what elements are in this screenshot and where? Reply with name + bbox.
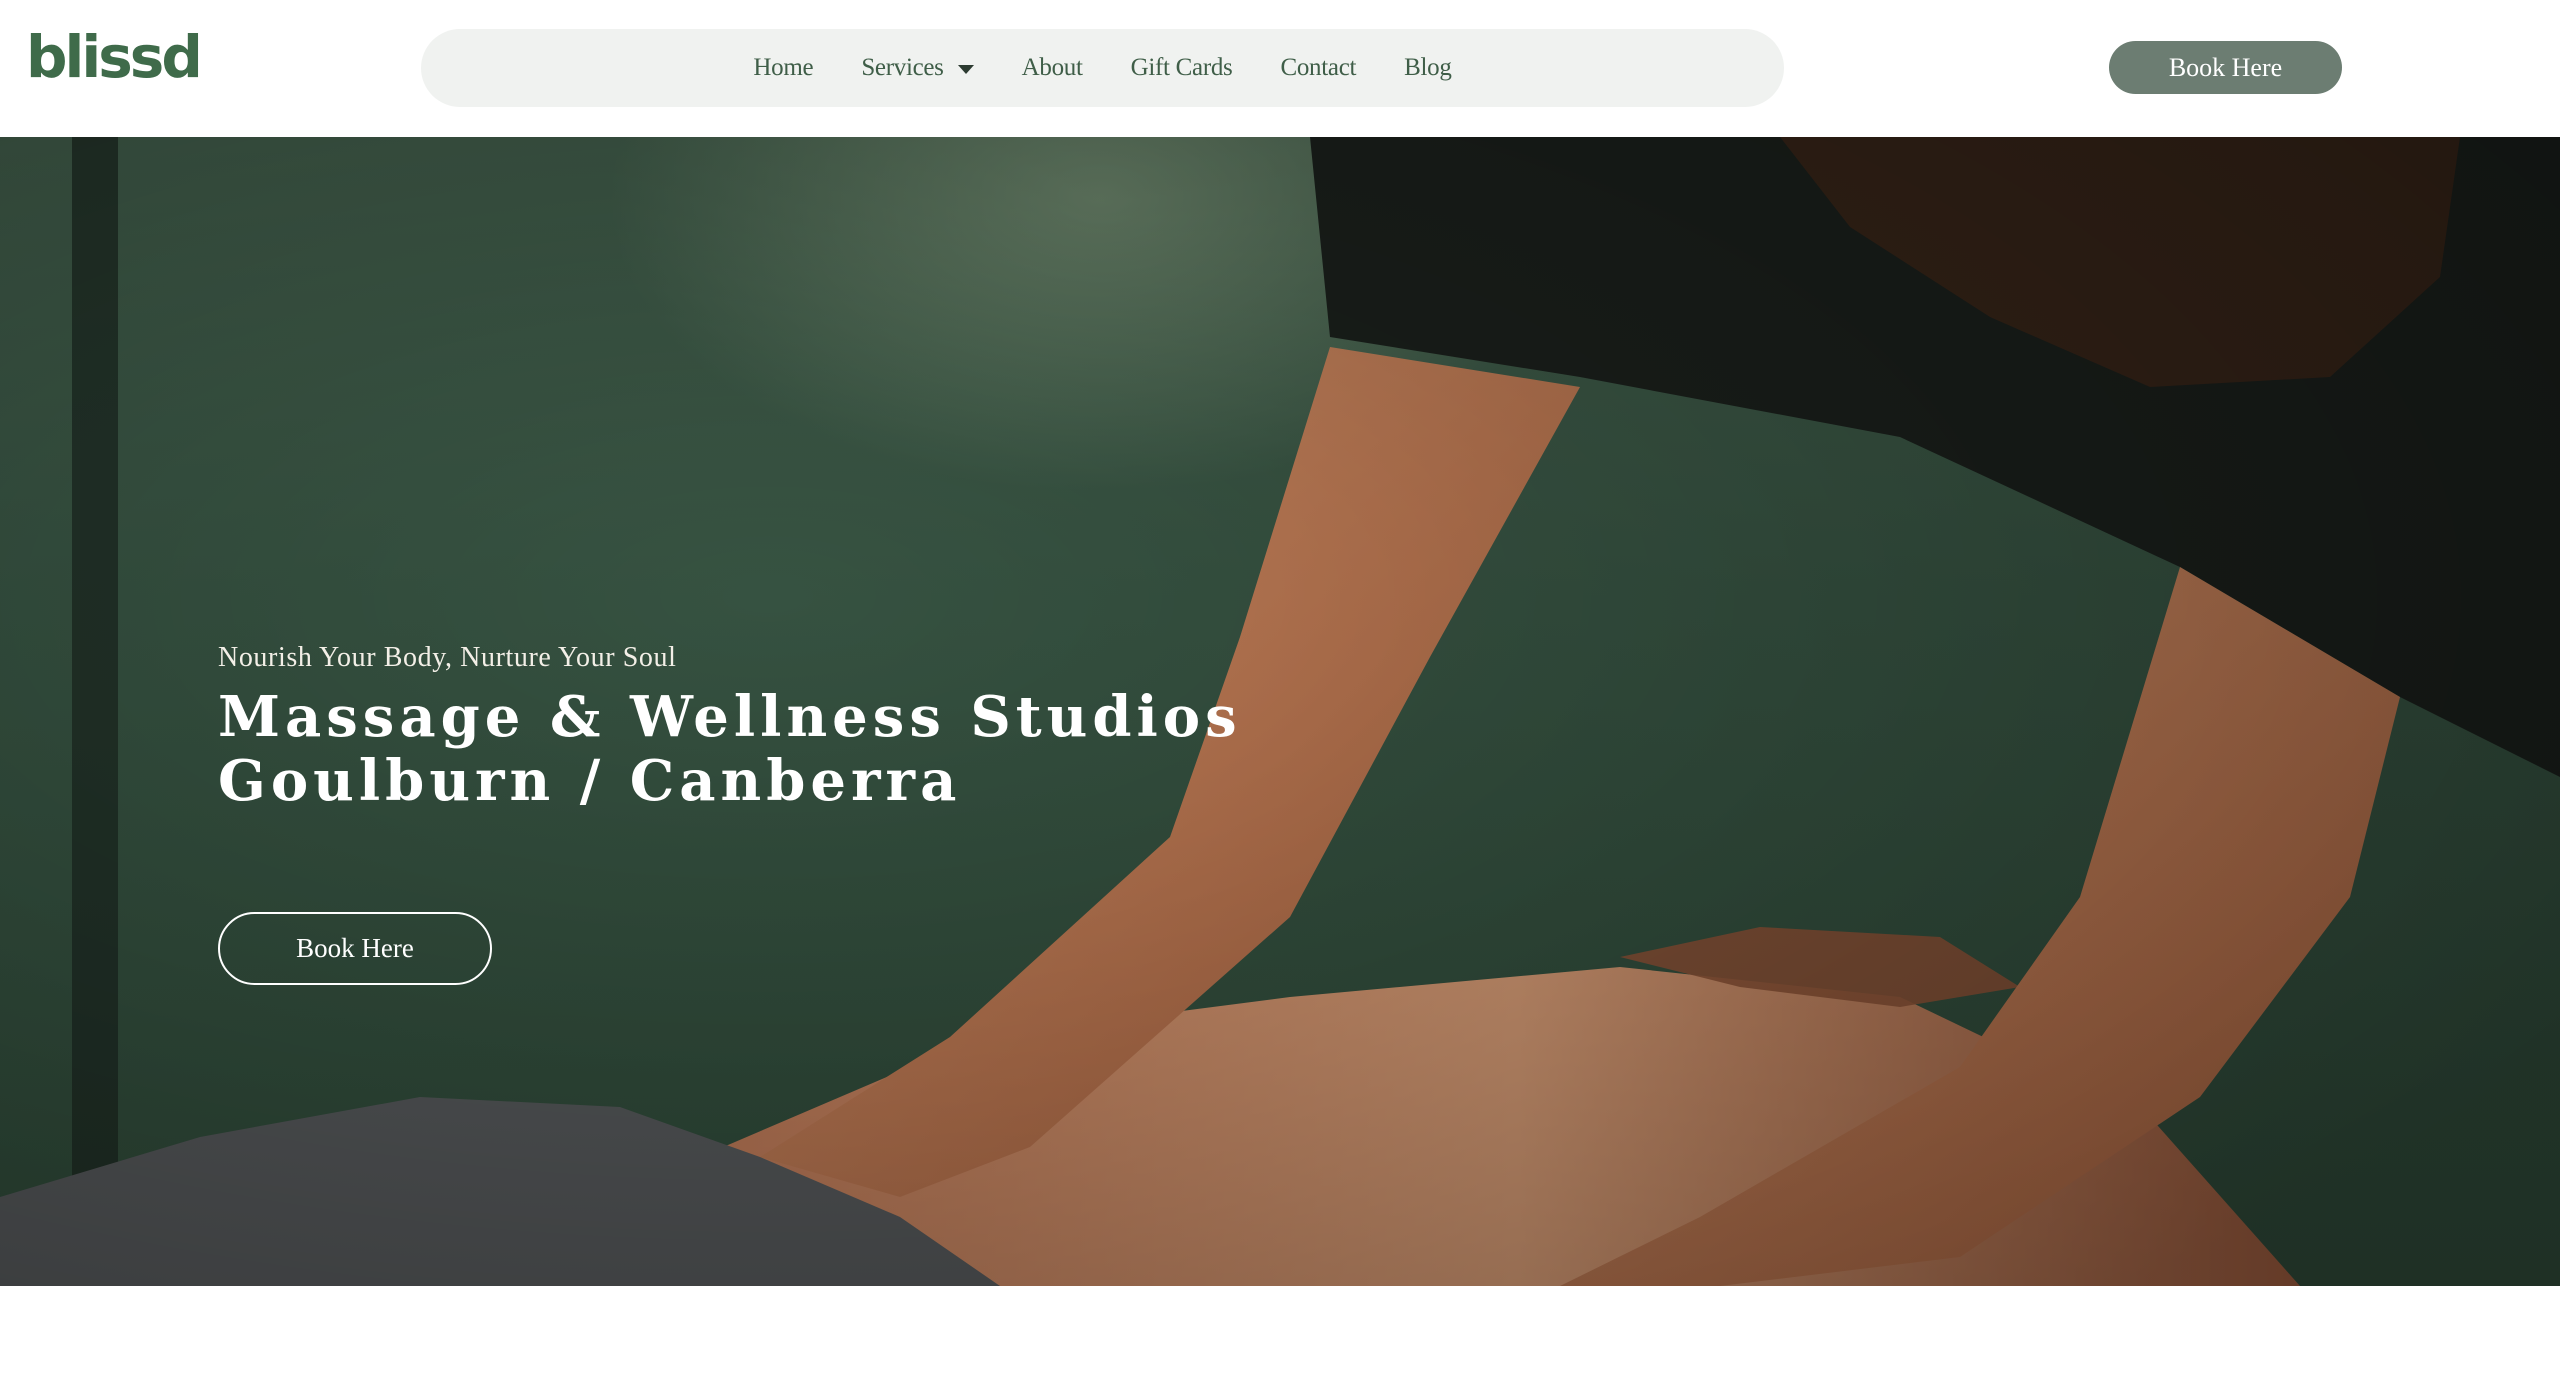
nav-item-label: About (1021, 54, 1083, 81)
hero-title-line: Massage & Wellness Studios (218, 684, 1242, 750)
nav-item-label: Blog (1404, 54, 1452, 81)
nav-item-contact[interactable]: Contact (1280, 54, 1356, 82)
hero-subtitle: Nourish Your Body, Nurture Your Soul (218, 642, 677, 673)
nav-item-label: Home (753, 54, 814, 81)
site-header: blissd Home Services About Gift Cards Co… (0, 0, 2560, 137)
nav-item-label: Gift Cards (1130, 54, 1233, 81)
book-here-header-button[interactable]: Book Here (2109, 41, 2342, 94)
book-here-hero-button[interactable]: Book Here (218, 912, 492, 985)
nav-item-gift-cards[interactable]: Gift Cards (1131, 54, 1233, 82)
nav-item-home[interactable]: Home (753, 54, 813, 82)
nav-item-services[interactable]: Services (861, 54, 974, 82)
hero-title-line: Goulburn / Canberra (218, 748, 962, 814)
main-nav: Home Services About Gift Cards Contact B… (421, 29, 1784, 107)
caret-down-icon[interactable] (957, 64, 974, 74)
nav-item-about[interactable]: About (1022, 54, 1083, 82)
nav-item-label: Contact (1280, 54, 1357, 81)
hero-title: Massage & Wellness Studios Goulburn / Ca… (218, 685, 1242, 813)
nav-list: Home Services About Gift Cards Contact B… (753, 54, 1451, 82)
nav-item-label: Services (861, 54, 944, 81)
brand-logo[interactable]: blissd (26, 28, 203, 86)
hero-section: Nourish Your Body, Nurture Your Soul Mas… (0, 137, 2560, 1286)
nav-item-blog[interactable]: Blog (1404, 54, 1452, 82)
